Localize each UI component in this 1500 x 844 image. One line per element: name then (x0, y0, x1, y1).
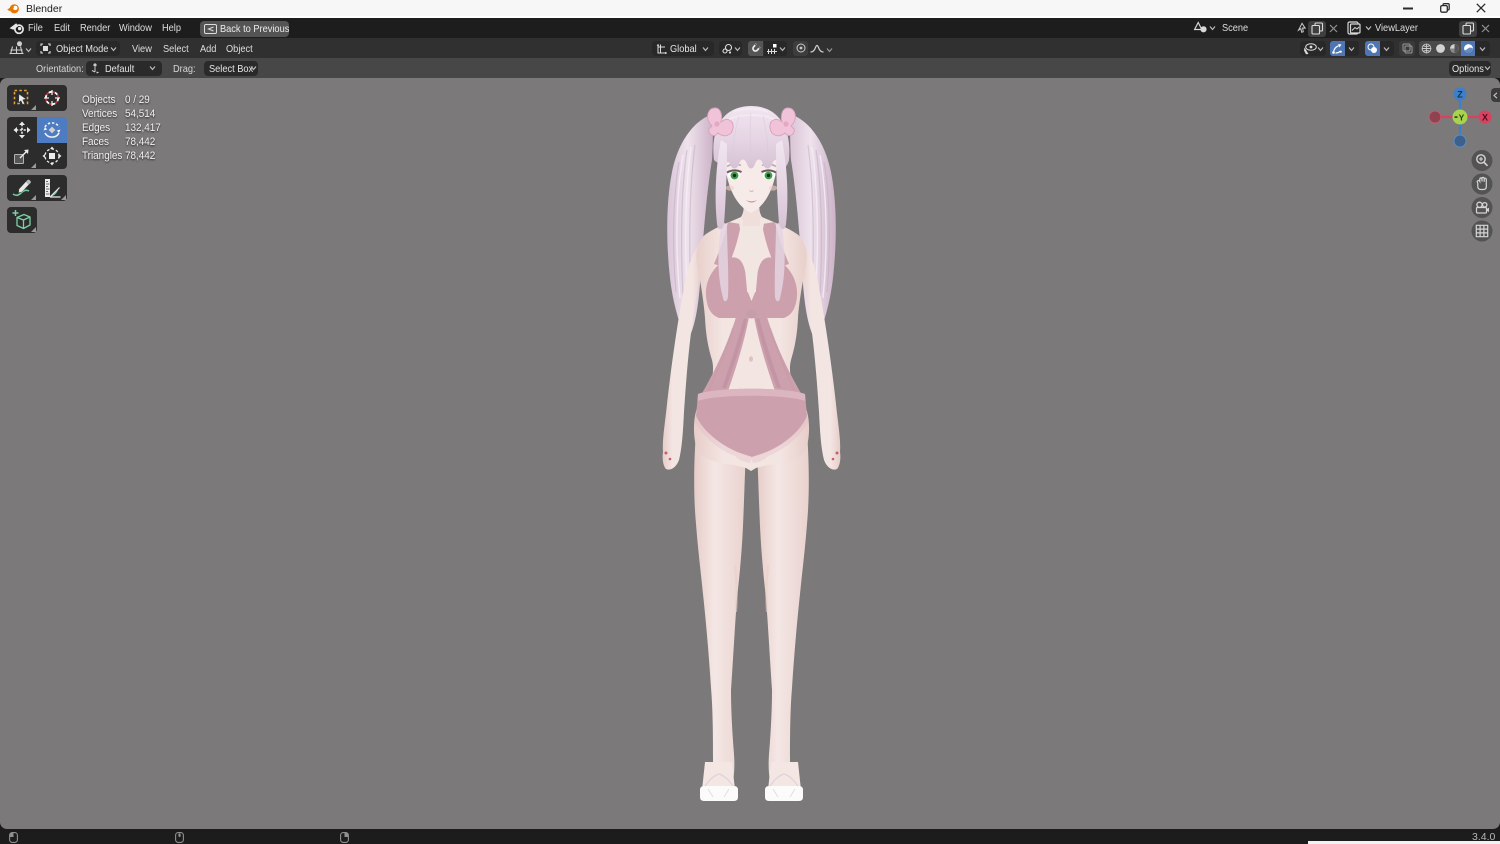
svg-text:Y: Y (1459, 113, 1465, 123)
svg-text:X: X (1482, 113, 1488, 123)
svg-text:Z: Z (1457, 90, 1463, 100)
